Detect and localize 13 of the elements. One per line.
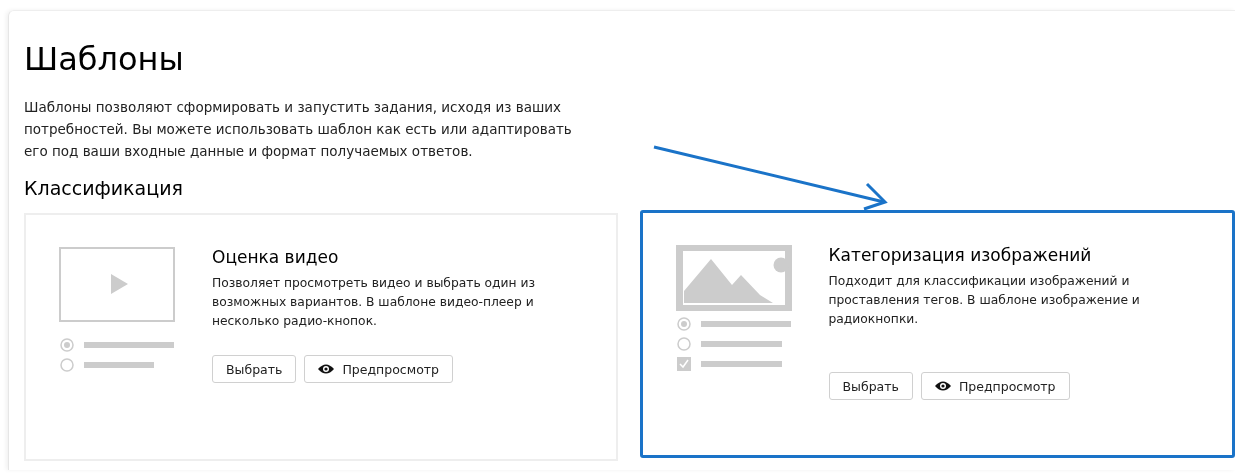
card-description: Подходит для классификации изображений и проставления тегов. В шаблоне изображение и радиокнопки. [828,273,1141,328]
select-button[interactable]: Выбрать [828,372,913,400]
preview-button[interactable]: Предпросмотр [920,372,1070,400]
section-title: Классификация [24,176,184,201]
preview-button[interactable]: Предпросмотр [304,355,453,383]
page-title: Шаблоны [24,39,185,79]
card-description: Позволяет просмотреть видео и выбрать один из возможных вариантов. В шаблоне видео-плеер и несколько радио-кнопок. [212,275,537,330]
card-title: Категоризация изображений [828,244,1093,267]
card-title: Оценка видео [212,246,340,269]
eye-icon [934,380,951,392]
select-button[interactable]: Выбрать [212,355,297,383]
page-description: Шаблоны позволяют сформировать и запустить задания, исходя из ваших потребностей. Вы можете использовать шаблон как есть или адаптировать его под ваши входные данные и формат получаемых ответов. [24,98,573,161]
eye-icon [318,363,335,375]
